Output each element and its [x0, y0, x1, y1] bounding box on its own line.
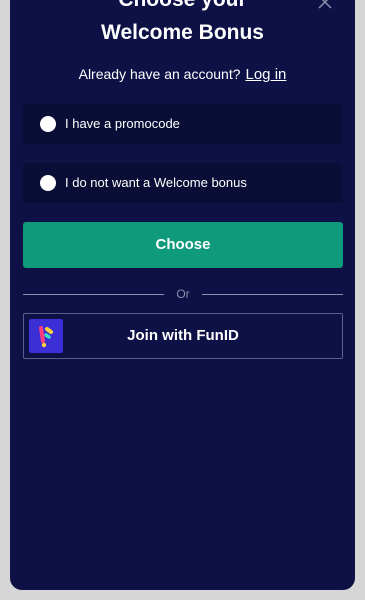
radio-button[interactable] — [40, 175, 56, 191]
option-label: I do not want a Welcome bonus — [65, 175, 247, 190]
login-prompt: Already have an account? — [78, 66, 241, 82]
option-no-bonus[interactable]: I do not want a Welcome bonus — [23, 163, 343, 203]
modal-title-line1: Choose your — [10, 0, 355, 12]
option-promocode[interactable]: I have a promocode — [23, 104, 343, 144]
modal-title-line2: Welcome Bonus — [101, 21, 264, 44]
option-label: I have a promocode — [65, 116, 180, 131]
or-divider: Or — [23, 285, 343, 303]
login-link[interactable]: Log in — [246, 66, 287, 83]
close-icon[interactable] — [317, 0, 333, 10]
login-row: Already have an account? Log in — [10, 65, 355, 84]
funid-label: Join with FunID — [127, 327, 239, 344]
choose-button[interactable]: Choose — [23, 222, 343, 268]
radio-button[interactable] — [40, 116, 56, 132]
divider-line — [202, 294, 343, 295]
device-frame: Choose your Welcome Bonus Already have a… — [0, 0, 365, 600]
join-with-funid-button[interactable]: Join with FunID — [23, 313, 343, 359]
welcome-bonus-modal: Choose your Welcome Bonus Already have a… — [10, 0, 355, 590]
